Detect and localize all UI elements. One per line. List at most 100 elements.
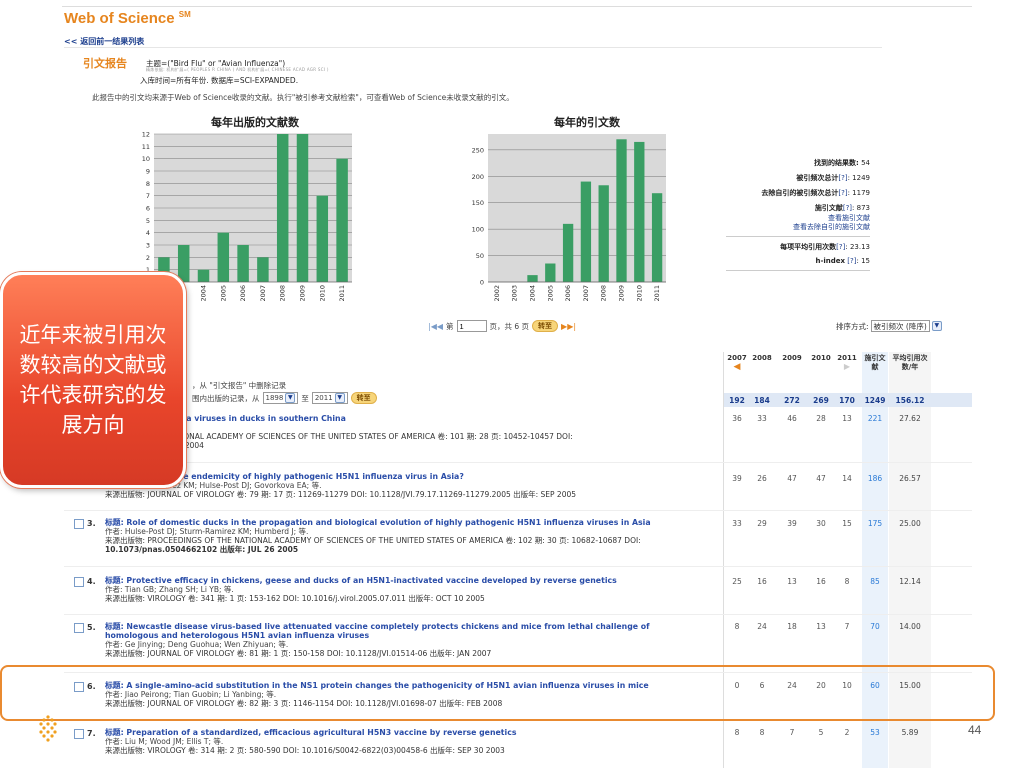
y-tick-label: 6 <box>146 205 150 213</box>
cited-cell[interactable]: 175 <box>864 519 886 528</box>
record-authors: 作者: Tian GB; Zhang SH; Li YB; 等. <box>105 585 234 594</box>
record-title-continued[interactable]: homologous and heterologous H5N1 avian i… <box>105 631 650 640</box>
stats-divider <box>726 236 870 237</box>
bar <box>545 263 556 282</box>
sort-control: 排序方式: 被引频次 (降序) ▼ <box>836 320 942 332</box>
record-authors: 作者: Ge Jinying; Deng Guohua; Wen Zhiyuan… <box>105 640 289 649</box>
x-tick-label: 2006 <box>564 285 572 302</box>
top-rule <box>62 6 972 7</box>
row-divider <box>64 566 972 567</box>
cited-cell[interactable]: 85 <box>864 577 886 586</box>
highlight-box <box>0 665 995 721</box>
back-to-results-link[interactable]: << 返回前一结果列表 <box>64 36 144 47</box>
bar <box>336 158 348 282</box>
y-tick-label: 100 <box>472 226 484 234</box>
slide-decoration-icon <box>39 715 57 742</box>
to-label: 至 <box>301 393 309 403</box>
total-cell: 184 <box>754 396 770 405</box>
x-tick-label: 2010 <box>635 285 643 302</box>
year-header: 2007 ◀ <box>726 354 748 372</box>
x-tick-label: 2002 <box>493 285 501 302</box>
record-title-link[interactable]: 标题: Preparation of a standardized, effic… <box>105 728 516 737</box>
record-source: 来源出版物: JOURNAL OF VIROLOGY 卷: 81 期: 1 页:… <box>105 649 492 658</box>
view-citing-link[interactable]: 查看施引文献 <box>726 214 870 223</box>
stat-without-self: 去除自引的被引频次总计[?]: 1179 <box>761 189 870 197</box>
year-cell: 8 <box>844 577 850 586</box>
page-prefix: 第 <box>446 321 454 331</box>
total-cell: 170 <box>839 396 855 405</box>
page-suffix: 页，共 6 页 <box>489 321 530 331</box>
row-divider <box>64 462 972 463</box>
record-checkbox[interactable] <box>74 519 84 529</box>
go-page-button[interactable]: 转至 <box>532 320 559 332</box>
x-tick-label: 2003 <box>511 285 519 302</box>
page-input[interactable] <box>456 320 487 332</box>
record-title-link[interactable]: 标题: Newcastle disease virus-based live a… <box>105 622 650 631</box>
chevron-down-icon[interactable]: ▼ <box>931 321 942 331</box>
from-year-select[interactable]: 1898 ▼ <box>262 392 299 404</box>
y-tick-label: 9 <box>146 168 150 176</box>
year-cell: 16 <box>757 577 767 586</box>
record-title-link[interactable]: 标题: Protective efficacy in chickens, gee… <box>105 576 617 585</box>
bar <box>296 134 309 282</box>
go-year-button[interactable]: 转至 <box>350 392 377 404</box>
year-range-filter: 围内出版的记录，从 1898 ▼ 至 2011 ▼ 转至 <box>192 392 377 404</box>
record-body: 标题: Preparation of a standardized, effic… <box>105 728 516 755</box>
year-cell: 13 <box>787 577 797 586</box>
cited-cell[interactable]: 221 <box>864 414 886 423</box>
record-row: 4. 标题: Protective efficacy in chickens, … <box>74 576 722 608</box>
citation-notice: 此报告中的引文均来源于Web of Science收录的文献。执行"被引参考文献… <box>92 93 514 102</box>
year-cell: 7 <box>844 622 850 631</box>
record-source: 来源出版物: VIROLOGY 卷: 341 期: 1 页: 153-162 D… <box>105 594 485 603</box>
y-tick-label: 150 <box>472 199 484 207</box>
x-tick-label: 2011 <box>338 285 346 302</box>
record-checkbox[interactable] <box>74 623 84 633</box>
x-tick-label: 2009 <box>299 285 307 302</box>
record-body: 标题: Role of domestic ducks in the propag… <box>105 518 651 554</box>
y-tick-label: 8 <box>146 180 150 188</box>
year-cell: 8 <box>734 728 740 737</box>
average-cell: 27.62 <box>899 414 921 423</box>
bar <box>598 185 609 282</box>
record-row: 5. 标题: Newcastle disease virus-based liv… <box>74 622 722 664</box>
to-year-select[interactable]: 2011 ▼ <box>311 392 348 404</box>
stat-total-cites: 被引频次总计[?]: 1249 <box>796 174 870 182</box>
annotation-text: 近年来被引用次数较高的文献或许代表研究的发展方向 <box>19 323 167 437</box>
view-citing-noself-link[interactable]: 查看去除自引的施引文献 <box>726 223 870 232</box>
stat-results: 找到的结果数: 54 <box>814 159 870 167</box>
total-cell: 269 <box>813 396 829 405</box>
record-authors: 作者: Liu M; Wood JM; Ellis T; 等. <box>105 737 224 746</box>
x-tick-label: 2004 <box>200 285 208 302</box>
y-tick-label: 50 <box>476 252 484 260</box>
record-checkbox[interactable] <box>74 729 84 739</box>
next-years-icon: ▶ <box>843 362 851 371</box>
total-cell: 272 <box>784 396 800 405</box>
stat-citing: 施引文献[?]: 873 <box>814 204 870 212</box>
x-tick-label: 2004 <box>529 285 537 302</box>
annotation-callout: 近年来被引用次数较高的文献或许代表研究的发展方向 <box>0 272 186 488</box>
cited-cell[interactable]: 53 <box>864 728 886 737</box>
bar <box>527 275 538 282</box>
bar <box>197 269 210 282</box>
y-tick-label: 0 <box>480 279 484 287</box>
year-cell: 2 <box>844 728 850 737</box>
year-cell: 46 <box>787 414 797 423</box>
cited-cell[interactable]: 186 <box>864 474 886 483</box>
record-number: 4. <box>87 577 96 586</box>
year-cell: 33 <box>732 519 742 528</box>
record-checkbox[interactable] <box>74 577 84 587</box>
record-row: 3. 标题: Role of domestic ducks in the pro… <box>74 518 722 560</box>
x-tick-label: 2010 <box>318 285 326 302</box>
next-page-icon[interactable]: ▶▶| <box>561 322 576 331</box>
x-tick-label: 2005 <box>546 285 554 302</box>
year-header: 2011 ▶ <box>837 354 857 371</box>
average-cell: 14.00 <box>899 622 921 631</box>
prev-years-icon[interactable]: ◀ <box>726 362 748 372</box>
record-number: 5. <box>87 623 96 632</box>
record-title-link[interactable]: 标题: Role of domestic ducks in the propag… <box>105 518 651 527</box>
query-refine-text: 精炼依据: 机构扩展=( PEOPLES R CHINA ) AND 机构扩展=… <box>146 67 329 72</box>
cited-cell[interactable]: 70 <box>864 622 886 631</box>
first-page-icon[interactable]: |◀◀ <box>428 322 443 331</box>
citation-stats-panel: 找到的结果数: 54 被引频次总计[?]: 1249 去除自引的被引频次总计[?… <box>726 158 870 276</box>
sort-select[interactable]: 被引频次 (降序) <box>870 320 930 332</box>
